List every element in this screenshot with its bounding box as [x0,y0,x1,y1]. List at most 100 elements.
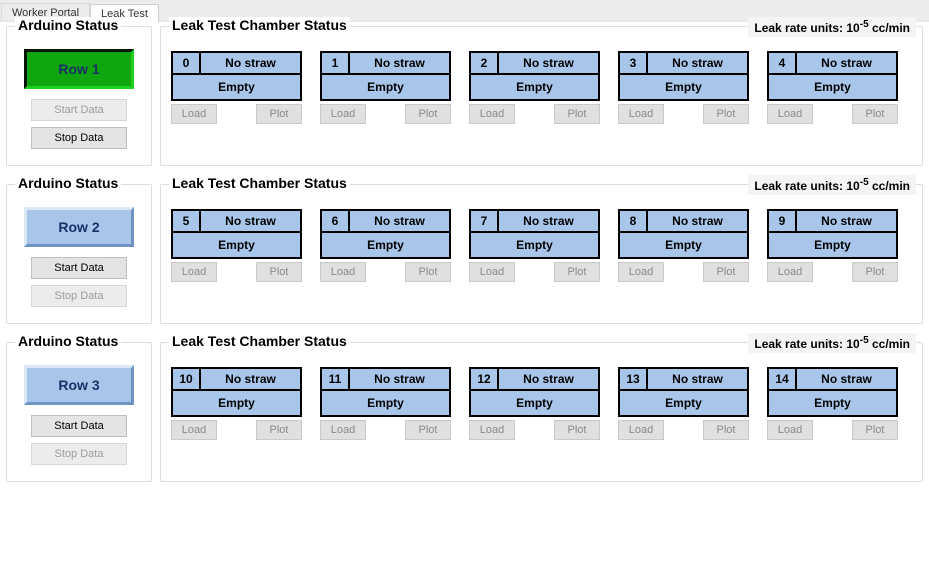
leak-rate-units-label: Leak rate units: 10-5 cc/min [748,175,916,195]
chamber-box: 13No strawEmpty [618,367,749,417]
chamber-buttons: Load Plot [320,262,451,282]
arduino-status-panel: Arduino StatusRow 3Start DataStop Data [6,342,152,482]
chamber-id: 0 [173,53,201,73]
chamber-straw-status: No straw [648,369,747,389]
chamber-id: 6 [322,211,350,231]
chamber-header: 4No straw [769,53,896,75]
load-button[interactable]: Load [469,262,515,282]
chamber-id: 14 [769,369,797,389]
chamber-fill-status: Empty [620,233,747,257]
spacer [664,104,703,124]
load-button[interactable]: Load [320,262,366,282]
load-button[interactable]: Load [320,104,366,124]
chamber-header: 2No straw [471,53,598,75]
chamber-buttons: Load Plot [171,104,302,124]
spacer [366,262,405,282]
start-data-button[interactable]: Start Data [31,415,127,437]
plot-button[interactable]: Plot [703,420,749,440]
load-button[interactable]: Load [618,104,664,124]
chamber-box: 14No strawEmpty [767,367,898,417]
chamber-fill-status: Empty [769,391,896,415]
chamber-fill-status: Empty [769,233,896,257]
chamber: 4No strawEmpty Load Plot [767,51,898,124]
chamber-fill-status: Empty [173,233,300,257]
chamber-straw-status: No straw [201,211,300,231]
chamber-box: 6No strawEmpty [320,209,451,259]
plot-button[interactable]: Plot [554,420,600,440]
chamber-straw-status: No straw [797,53,896,73]
chamber-buttons: Load Plot [320,420,451,440]
plot-button[interactable]: Plot [852,104,898,124]
spacer [515,262,554,282]
plot-button[interactable]: Plot [703,104,749,124]
chamber-header: 12No straw [471,369,598,391]
chamber-straw-status: No straw [499,369,598,389]
chamber-box: 8No strawEmpty [618,209,749,259]
chamber-header: 13No straw [620,369,747,391]
spacer [813,262,852,282]
load-button[interactable]: Load [618,262,664,282]
load-button[interactable]: Load [767,262,813,282]
chamber-header: 8No straw [620,211,747,233]
load-button[interactable]: Load [171,262,217,282]
chamber-status-title: Leak Test Chamber Status [169,175,350,191]
plot-button[interactable]: Plot [852,262,898,282]
row-indicator[interactable]: Row 3 [24,365,134,405]
plot-button[interactable]: Plot [256,104,302,124]
plot-button[interactable]: Plot [405,104,451,124]
stop-data-button[interactable]: Stop Data [31,127,127,149]
chamber: 5No strawEmptyLoadPlot [171,209,302,282]
chamber-straw-status: No straw [499,53,598,73]
plot-button[interactable]: Plot [405,420,451,440]
chamber-straw-status: No straw [648,53,747,73]
spacer [366,104,405,124]
plot-button[interactable]: Plot [405,262,451,282]
chamber-box: 9No strawEmpty [767,209,898,259]
chamber: 7No strawEmptyLoadPlot [469,209,600,282]
chamber-fill-status: Empty [471,75,598,99]
load-button[interactable]: Load [171,104,217,124]
chamber-fill-status: Empty [173,391,300,415]
chamber-straw-status: No straw [797,369,896,389]
row-indicator[interactable]: Row 1 [24,49,134,89]
chamber-fill-status: Empty [322,75,449,99]
chamber-row: 0No strawEmptyLoadPlot1No strawEmptyLoad… [171,45,912,124]
plot-button[interactable]: Plot [852,420,898,440]
chamber-straw-status: No straw [201,53,300,73]
chamber-box: 10No strawEmpty [171,367,302,417]
load-button[interactable]: Load [469,104,515,124]
load-button[interactable]: Load [767,104,813,124]
row-block-2: Arduino StatusRow 3Start DataStop DataLe… [6,342,923,482]
arduino-status-title: Arduino Status [15,175,121,191]
load-button[interactable]: Load [767,420,813,440]
chamber-box: 4No strawEmpty [767,51,898,101]
load-button[interactable]: Load [618,420,664,440]
plot-button[interactable]: Plot [554,104,600,124]
leak-rate-units-label: Leak rate units: 10-5 cc/min [748,17,916,37]
chamber-fill-status: Empty [620,75,747,99]
chamber: 9No strawEmpty Load Plot [767,209,898,282]
chamber-buttons: Load Plot [171,262,302,282]
plot-button[interactable]: Plot [554,262,600,282]
chamber: 3No strawEmptyLoadPlot [618,51,749,124]
chamber-header: 14No straw [769,369,896,391]
chamber-buttons: Load Plot [618,104,749,124]
chamber-buttons: Load Plot [767,104,898,124]
spacer [217,262,256,282]
plot-button[interactable]: Plot [703,262,749,282]
row-indicator[interactable]: Row 2 [24,207,134,247]
arduino-status-title: Arduino Status [15,17,121,33]
spacer [664,420,703,440]
start-data-button[interactable]: Start Data [31,257,127,279]
load-button[interactable]: Load [171,420,217,440]
load-button[interactable]: Load [320,420,366,440]
chamber-fill-status: Empty [173,75,300,99]
plot-button[interactable]: Plot [256,420,302,440]
spacer [813,420,852,440]
chamber: 14No strawEmpty Load Plot [767,367,898,440]
plot-button[interactable]: Plot [256,262,302,282]
load-button[interactable]: Load [469,420,515,440]
chamber: 6No strawEmpty Load Plot [320,209,451,282]
spacer [515,104,554,124]
chamber-fill-status: Empty [322,391,449,415]
